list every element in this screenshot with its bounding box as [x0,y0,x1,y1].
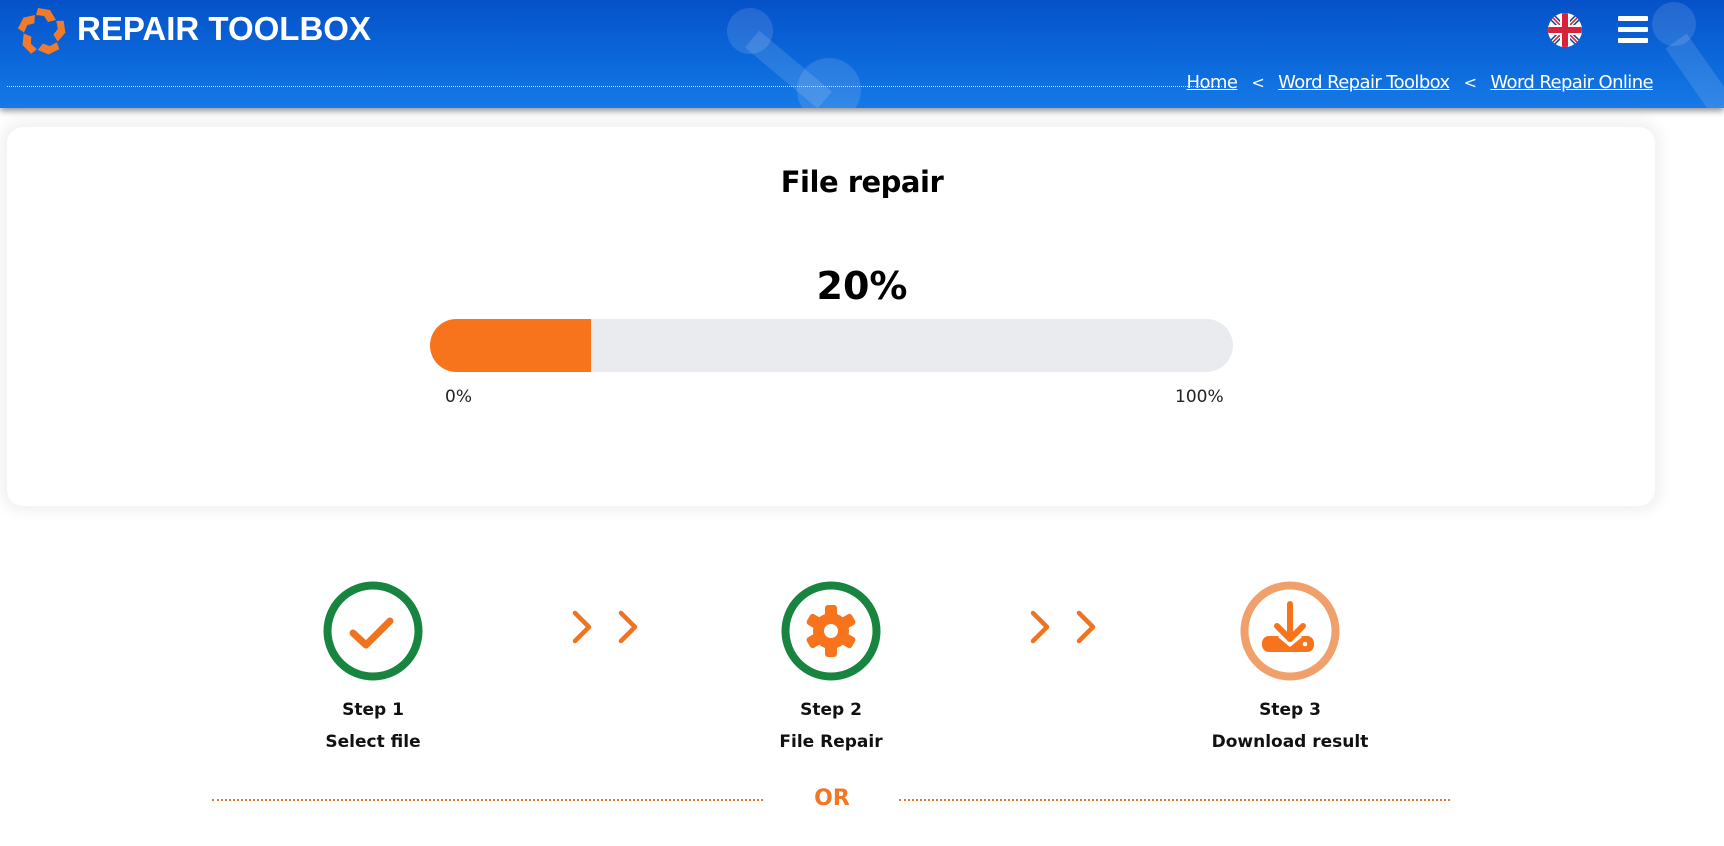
or-divider-line-right [899,799,1450,801]
checkmark-icon [349,617,394,649]
or-divider-line-left [212,799,763,801]
chevron-right-icon [1076,610,1096,644]
step-number: Step 2 [800,700,862,720]
card-title: File repair [780,165,944,199]
progress-max-label: 100% [1175,387,1224,407]
step-1-ring [323,581,423,681]
breadcrumb: Home < Word Repair Toolbox < Word Repair… [1187,72,1654,93]
hamburger-bar [1618,27,1648,32]
brand-name[interactable]: REPAIR TOOLBOX [77,10,371,48]
download-icon [1262,601,1314,652]
decorative-blob-link [1665,33,1724,108]
breadcrumb-home-link[interactable]: Home [1187,72,1238,93]
step-name: File Repair [779,732,883,752]
header-dotted-divider [7,86,1222,87]
step-number: Step 1 [342,700,404,720]
uk-flag-icon[interactable] [1548,13,1582,47]
step-3: Step 3 Download result [1180,581,1400,752]
chevron-right-icon [572,610,592,644]
step-name: Select file [325,732,421,752]
chevron-right-icon [618,610,638,644]
site-header: REPAIR TOOLBOX Home < Word Repair Toolbo… [0,0,1724,108]
hamburger-bar [1618,16,1648,21]
breadcrumb-separator: < [1251,73,1265,92]
hamburger-menu-icon[interactable] [1618,16,1648,44]
step-name: Download result [1211,732,1369,752]
progress-bar-fill [430,319,591,372]
progress-min-label: 0% [445,387,472,407]
step-3-ring [1240,581,1340,681]
breadcrumb-word-repair-toolbox-link[interactable]: Word Repair Toolbox [1278,72,1450,93]
hamburger-bar [1618,38,1648,43]
step-1: Step 1 Select file [263,581,483,752]
or-divider-label: OR [814,786,850,811]
breadcrumb-word-repair-online-link[interactable]: Word Repair Online [1490,72,1653,93]
progress-percent-label: 20% [816,264,908,308]
chevron-right-icon [1030,610,1050,644]
orange-pinwheel-logo-icon[interactable] [16,6,68,58]
breadcrumb-separator: < [1463,73,1477,92]
decorative-blob [797,58,861,108]
progress-bar-track [430,319,1233,372]
gear-icon [806,605,856,657]
step-2-ring [781,581,881,681]
step-number: Step 3 [1259,700,1321,720]
step-2: Step 2 File Repair [721,581,941,752]
